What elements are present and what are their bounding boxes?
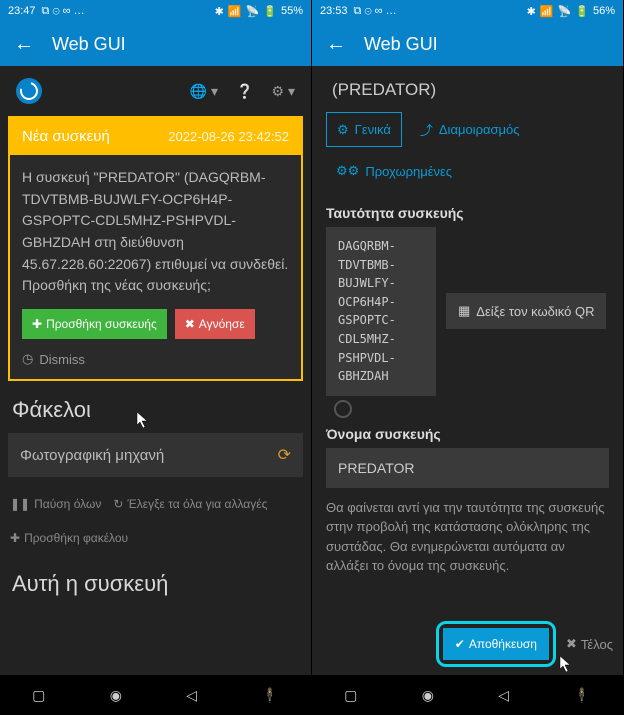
rescan-all-button[interactable]: ↻Έλεγξε τα όλα για αλλαγές xyxy=(113,497,267,511)
plus-icon: ✚ xyxy=(32,317,42,331)
qr-icon: ▦ xyxy=(458,303,470,319)
nav-home-icon[interactable]: ◉ xyxy=(422,687,434,704)
save-highlight: ✔Αποθήκευση xyxy=(436,621,556,667)
alert-title: Νέα συσκευή xyxy=(22,128,110,145)
add-folder-button[interactable]: ✚Προσθήκη φακέλου xyxy=(10,531,128,545)
gears-icon: ⚙⚙ xyxy=(336,163,359,179)
nav-back-icon[interactable]: ◁ xyxy=(186,687,197,704)
settings-icon[interactable]: ⚙ ▾ xyxy=(272,83,295,100)
status-bar: 23:53⧉ ⊙ ∞ … ✱📶📡🔋56% xyxy=(312,0,623,22)
folder-item[interactable]: Φωτογραφική μηχανή ⟳ xyxy=(8,433,303,477)
device-name-input[interactable] xyxy=(326,448,609,488)
device-name-help: Θα φαίνεται αντί για την ταυτότητα της σ… xyxy=(326,498,609,576)
nav-accessibility-icon[interactable]: 🕴 xyxy=(573,687,590,704)
android-nav: ▢ ◉ ◁ 🕴 xyxy=(0,675,311,715)
check-icon: ✔ xyxy=(455,637,465,651)
android-nav: ▢ ◉ ◁ 🕴 xyxy=(312,675,623,715)
language-icon[interactable]: 🌐 ▾ xyxy=(190,83,218,100)
clock-icon: ◷ xyxy=(22,351,33,367)
x-icon: ✖ xyxy=(566,636,577,652)
app-bar: ← Web GUI xyxy=(312,22,623,66)
back-icon[interactable]: ← xyxy=(326,33,346,56)
status-bar: 23:47⧉ ⊙ ∞ … ✱📶📡🔋55% xyxy=(0,0,311,22)
appbar-title: Web GUI xyxy=(52,34,126,55)
tab-sharing[interactable]: ⤴Διαμοιρασμός xyxy=(410,112,530,147)
folders-heading: Φάκελοι xyxy=(12,397,299,423)
plus-icon: ✚ xyxy=(10,531,20,545)
new-device-alert: Νέα συσκευή 2022-08-26 23:42:52 Η συσκευ… xyxy=(8,116,303,381)
gear-icon: ⚙ xyxy=(337,122,349,138)
refresh-icon: ↻ xyxy=(113,497,123,511)
sync-icon: ⟳ xyxy=(278,445,291,465)
ignore-button[interactable]: ✖Αγνόησε xyxy=(175,309,255,339)
alert-date: 2022-08-26 23:42:52 xyxy=(168,129,289,144)
nav-back-icon[interactable]: ◁ xyxy=(498,687,509,704)
show-qr-button[interactable]: ▦Δείξε τον κωδικό QR xyxy=(446,293,606,329)
device-subtitle: (PREDATOR) xyxy=(326,72,609,112)
x-icon: ✖ xyxy=(185,317,195,331)
folder-label: Φωτογραφική μηχανή xyxy=(20,447,164,464)
app-bar: ← Web GUI xyxy=(0,22,311,66)
tab-general[interactable]: ⚙Γενικά xyxy=(326,112,402,147)
device-id-label: Ταυτότητα συσκευής xyxy=(326,205,609,221)
pause-icon: ❚❚ xyxy=(10,497,30,511)
nav-recent-icon[interactable]: ▢ xyxy=(32,687,45,704)
nav-home-icon[interactable]: ◉ xyxy=(110,687,122,704)
device-id-value: DAGQRBM- TDVTBMB- BUJWLFY- OCP6H4P- GSPO… xyxy=(326,227,436,396)
pause-all-button[interactable]: ❚❚Παύση όλων xyxy=(10,497,101,511)
this-device-heading: Αυτή η συσκευή xyxy=(12,571,299,597)
radio-marker xyxy=(334,400,352,418)
help-icon[interactable]: ❔ xyxy=(236,83,253,100)
share-icon: ⤴ xyxy=(420,120,433,139)
close-button[interactable]: ✖Τέλος xyxy=(566,636,613,652)
device-name-label: Όνομα συσκευής xyxy=(326,426,609,442)
nav-recent-icon[interactable]: ▢ xyxy=(344,687,357,704)
dismiss-button[interactable]: ◷Dismiss xyxy=(10,351,301,379)
tab-bar: ⚙Γενικά ⤴Διαμοιρασμός ⚙⚙Προχωρημένες xyxy=(326,112,609,197)
syncthing-logo xyxy=(16,78,42,104)
add-device-button[interactable]: ✚Προσθήκη συσκευής xyxy=(22,309,167,339)
tab-advanced[interactable]: ⚙⚙Προχωρημένες xyxy=(326,155,609,187)
save-button[interactable]: ✔Αποθήκευση xyxy=(443,628,549,660)
alert-body: Η συσκευή "PREDATOR" (DAGQRBM-TDVTBMB-BU… xyxy=(10,155,301,309)
back-icon[interactable]: ← xyxy=(14,33,34,56)
appbar-title: Web GUI xyxy=(364,34,438,55)
nav-accessibility-icon[interactable]: 🕴 xyxy=(261,687,278,704)
